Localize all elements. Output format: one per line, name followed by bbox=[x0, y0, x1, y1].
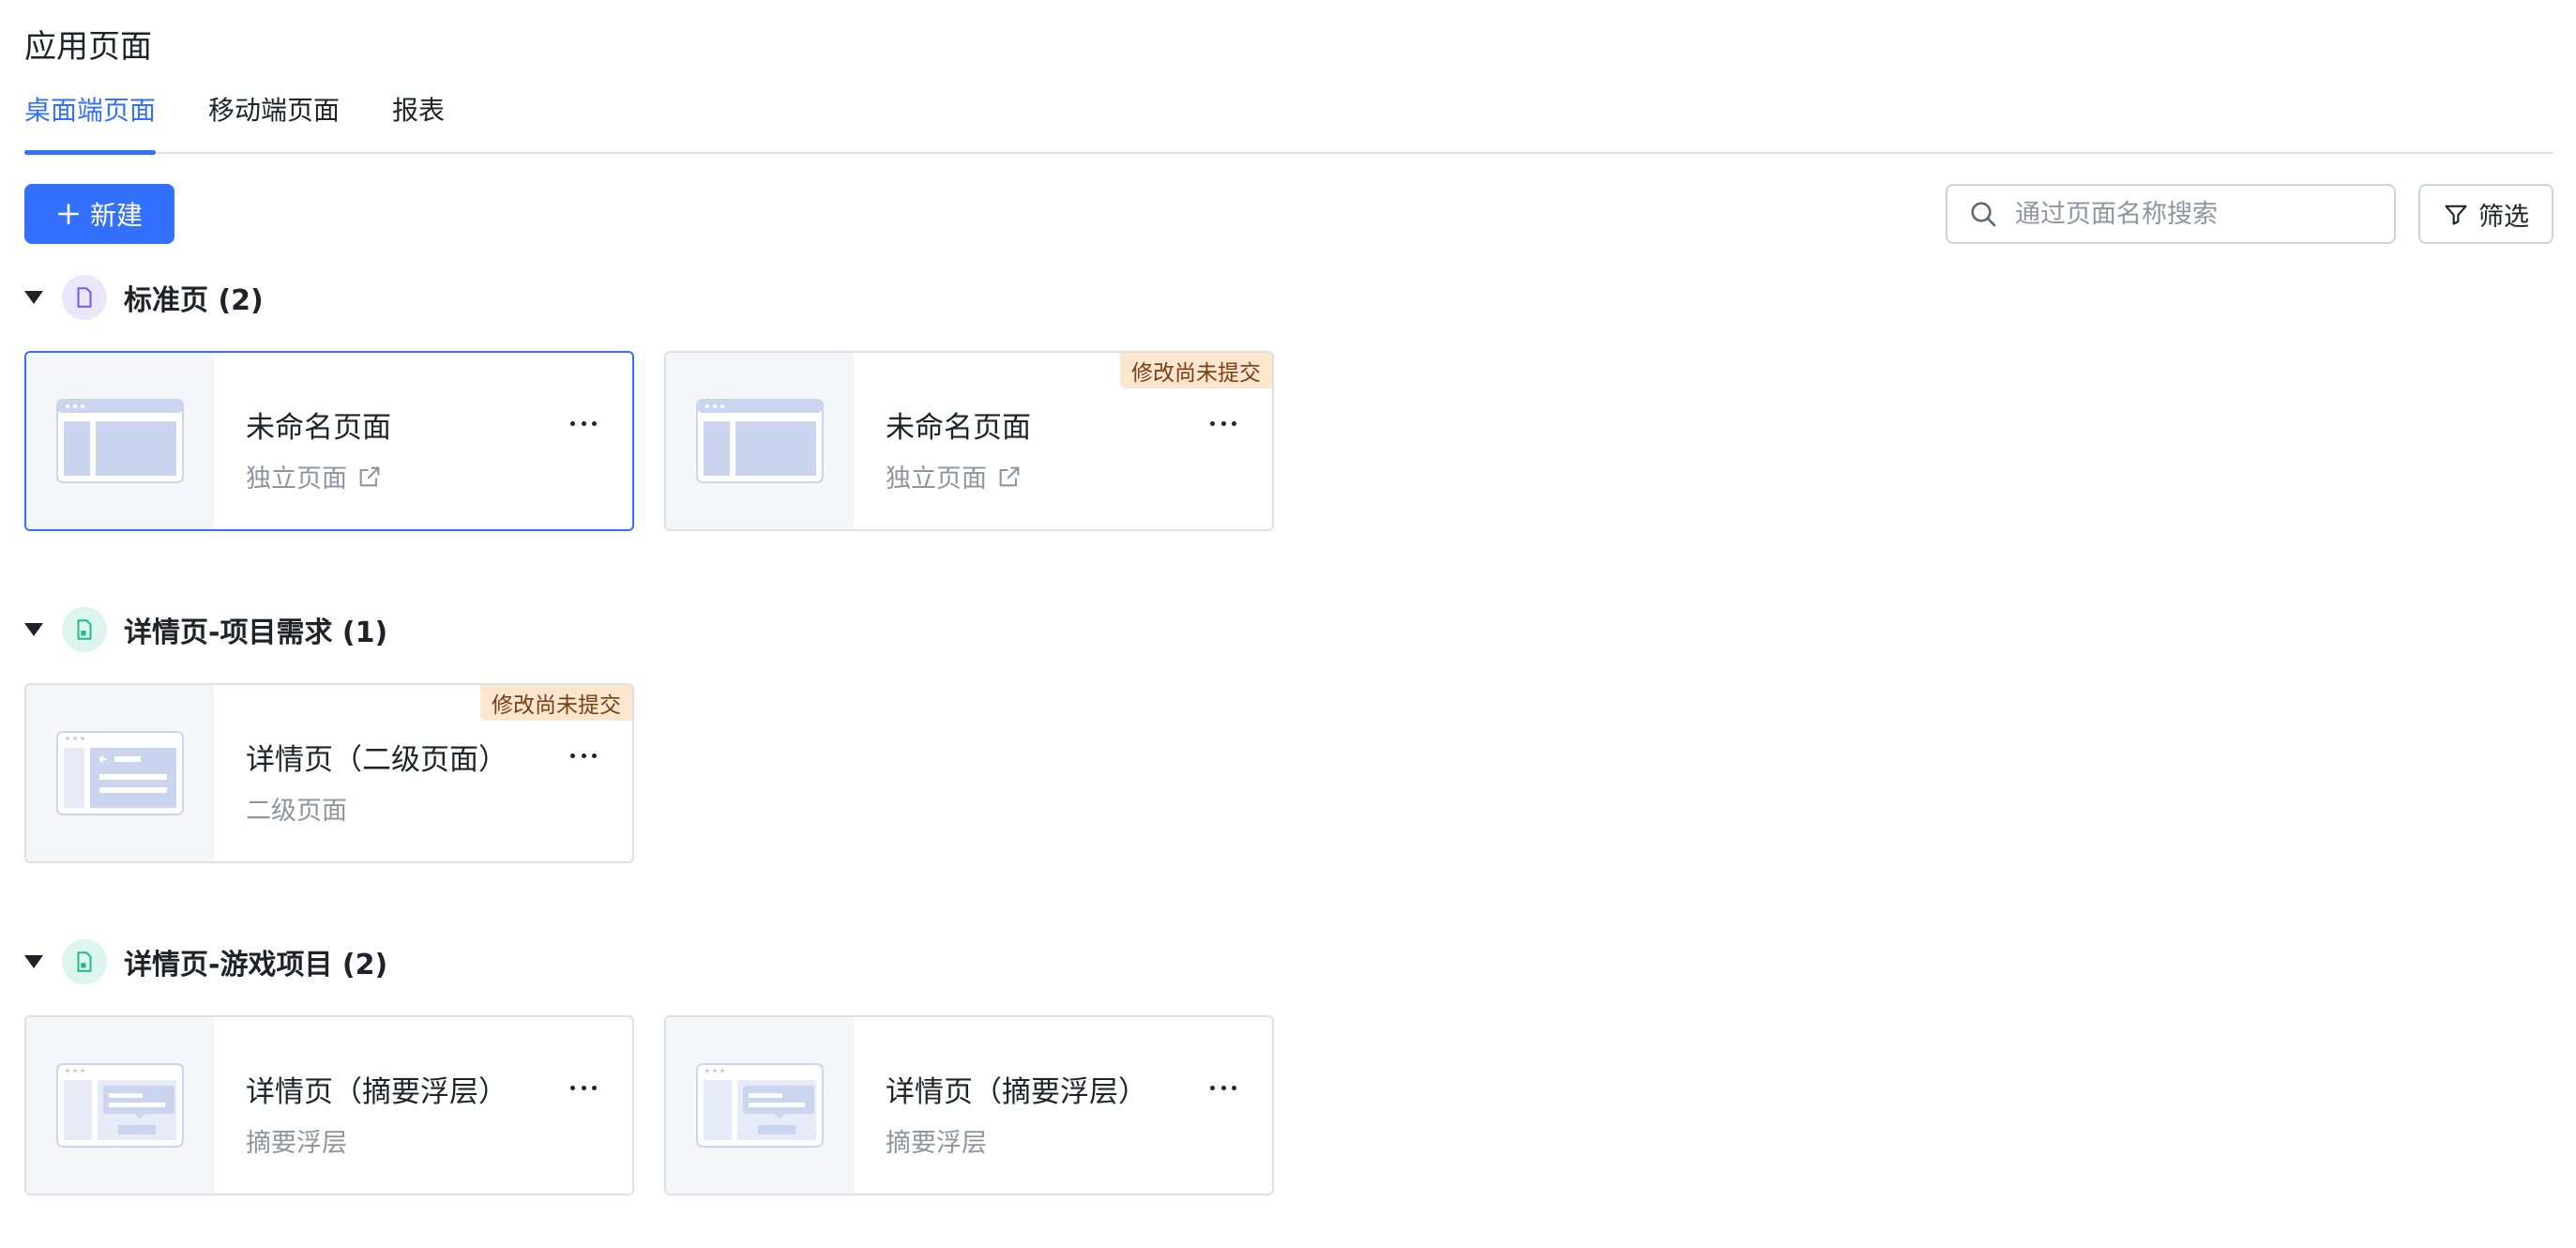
group-header-standard[interactable]: 标准页 (2) bbox=[24, 274, 264, 321]
card-title: 详情页（二级页面） bbox=[246, 743, 508, 777]
caret-down-icon[interactable] bbox=[24, 623, 43, 636]
group-title: 标准页 (2) bbox=[124, 284, 264, 317]
card-type-label: 二级页面 bbox=[246, 797, 347, 826]
caret-down-icon[interactable] bbox=[24, 955, 43, 968]
page-thumbnail bbox=[666, 1017, 854, 1194]
filter-label: 筛选 bbox=[2478, 202, 2529, 232]
page-thumbnail bbox=[26, 353, 214, 529]
detail-page-icon bbox=[62, 607, 107, 652]
group-title: 详情页-游戏项目 (2) bbox=[124, 949, 388, 982]
page-icon bbox=[62, 275, 107, 320]
more-icon[interactable] bbox=[565, 741, 602, 769]
card-subtitle: 摘要浮层 bbox=[886, 1122, 987, 1159]
search-icon bbox=[1971, 202, 1996, 227]
card-title: 未命名页面 bbox=[246, 411, 391, 445]
more-icon[interactable] bbox=[1205, 1073, 1242, 1102]
more-icon[interactable] bbox=[565, 1073, 602, 1102]
card-type-label: 摘要浮层 bbox=[886, 1129, 987, 1158]
group-header-game-projects[interactable]: 详情页-游戏项目 (2) bbox=[24, 938, 387, 985]
new-page-label: 新建 bbox=[89, 200, 143, 231]
tab-reports[interactable]: 报表 bbox=[392, 90, 445, 128]
search-box[interactable] bbox=[1946, 184, 2396, 244]
page-card[interactable]: 修改尚未提交 未命名页面 独立页面 bbox=[664, 351, 1274, 531]
page-card[interactable]: 修改尚未提交 详情页（二级页面） 二级页面 bbox=[24, 683, 634, 863]
status-badge: 修改尚未提交 bbox=[480, 685, 632, 721]
card-subtitle: 二级页面 bbox=[246, 790, 347, 827]
page-thumbnail bbox=[26, 685, 214, 861]
card-type-label: 独立页面 bbox=[246, 464, 347, 494]
group-title: 详情页-项目需求 (1) bbox=[124, 616, 388, 649]
search-input[interactable] bbox=[2015, 199, 2381, 229]
page-title: 应用页面 bbox=[24, 28, 152, 66]
page-thumbnail bbox=[666, 353, 854, 529]
card-subtitle: 独立页面 bbox=[246, 458, 383, 495]
external-link-icon[interactable] bbox=[356, 464, 383, 490]
filter-icon bbox=[2445, 205, 2467, 225]
active-tab-indicator bbox=[24, 150, 156, 155]
more-icon[interactable] bbox=[1205, 409, 1242, 437]
plus-icon bbox=[57, 203, 80, 225]
tab-desktop-pages[interactable]: 桌面端页面 bbox=[24, 90, 156, 128]
page-card[interactable]: 未命名页面 独立页面 bbox=[24, 351, 634, 531]
detail-page-icon bbox=[62, 939, 107, 984]
card-type-label: 摘要浮层 bbox=[246, 1129, 347, 1158]
card-type-label: 独立页面 bbox=[886, 464, 987, 494]
status-badge: 修改尚未提交 bbox=[1120, 353, 1272, 388]
new-page-button[interactable]: 新建 bbox=[24, 184, 174, 244]
card-subtitle: 独立页面 bbox=[886, 458, 1023, 495]
page-thumbnail bbox=[26, 1017, 214, 1194]
card-title: 未命名页面 bbox=[886, 411, 1031, 445]
group-header-project-requirements[interactable]: 详情页-项目需求 (1) bbox=[24, 606, 387, 653]
page-card[interactable]: 详情页（摘要浮层） 摘要浮层 bbox=[664, 1015, 1274, 1195]
card-title: 详情页（摘要浮层） bbox=[886, 1075, 1147, 1109]
external-link-icon[interactable] bbox=[996, 464, 1023, 490]
tab-bar: 桌面端页面 移动端页面 报表 bbox=[24, 90, 2553, 155]
card-title: 详情页（摘要浮层） bbox=[246, 1075, 508, 1109]
filter-button[interactable]: 筛选 bbox=[2418, 184, 2553, 244]
caret-down-icon[interactable] bbox=[24, 291, 43, 304]
more-icon[interactable] bbox=[565, 409, 602, 437]
page-card[interactable]: 详情页（摘要浮层） 摘要浮层 bbox=[24, 1015, 634, 1195]
card-subtitle: 摘要浮层 bbox=[246, 1122, 347, 1159]
tab-mobile-pages[interactable]: 移动端页面 bbox=[208, 90, 340, 128]
